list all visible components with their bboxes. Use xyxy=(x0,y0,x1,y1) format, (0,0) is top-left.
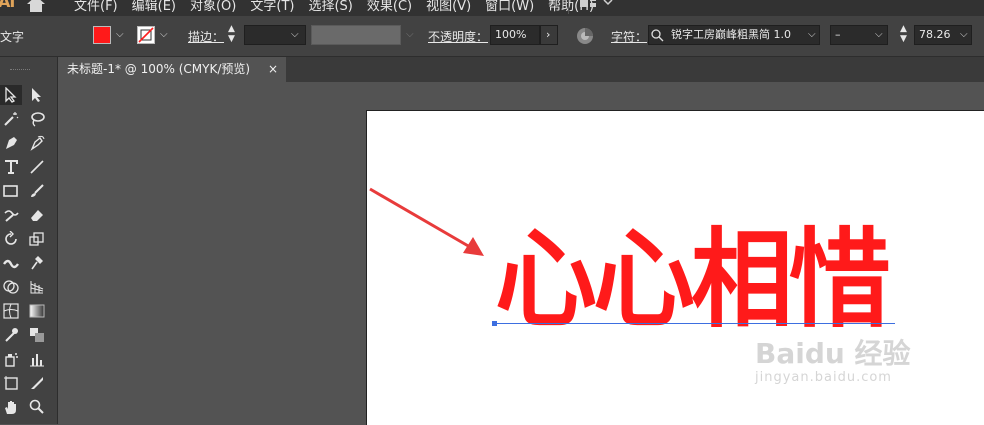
artboard-tool-icon[interactable] xyxy=(0,373,22,393)
paintbrush-tool-icon[interactable] xyxy=(26,181,48,201)
gradient-tool-icon[interactable] xyxy=(26,301,48,321)
opacity-label[interactable]: 不透明度： xyxy=(428,28,488,45)
menu-type[interactable]: 文字(T) xyxy=(250,0,294,14)
font-style-dropdown-icon[interactable]: ⌵ xyxy=(875,29,883,40)
puppet-warp-tool-icon[interactable] xyxy=(26,253,48,273)
font-family-dropdown-icon[interactable]: ⌵ xyxy=(808,29,816,40)
stroke-label[interactable]: 描边： xyxy=(188,28,224,45)
watermark-url: jingyan.baidu.com xyxy=(755,370,892,385)
rectangle-tool-icon[interactable] xyxy=(0,181,22,201)
selection-tool-icon[interactable] xyxy=(0,85,22,105)
document-tab-title: 未标题-1* @ 100% (CMYK/预览) xyxy=(67,62,251,76)
fill-color-swatch[interactable] xyxy=(93,26,111,44)
stroke-weight-dropdown-icon[interactable]: ⌵ xyxy=(291,29,299,40)
font-family-select[interactable]: 锐字工房巅峰粗黑简 1.0 xyxy=(648,25,820,45)
fill-color-chip xyxy=(94,27,110,43)
slice-tool-icon[interactable] xyxy=(26,373,48,393)
lasso-tool-icon[interactable] xyxy=(26,109,48,129)
stroke-weight-stepper[interactable]: ▲ ▼ xyxy=(228,24,235,44)
document-tab-strip: 未标题-1* @ 100% (CMYK/预览) × xyxy=(58,57,984,82)
control-bar: 文字 ⌵ ⌵ 描边： ▲ ▼ ⌵ ⌵ 不透明度： 100% › 字符： 锐字工房巅… xyxy=(0,16,984,57)
watermark-logo: Baidu 经验 xyxy=(755,337,911,370)
fill-dropdown-icon[interactable]: ⌵ xyxy=(116,29,124,40)
symbol-sprayer-tool-icon[interactable] xyxy=(0,349,22,369)
blend-tool-icon[interactable] xyxy=(26,325,48,345)
font-size-stepper[interactable]: ▲ ▼ xyxy=(900,24,907,44)
perspective-grid-tool-icon[interactable] xyxy=(26,277,48,297)
type-tool-icon[interactable] xyxy=(0,157,22,177)
mesh-tool-icon[interactable] xyxy=(0,301,22,321)
text-baseline xyxy=(495,323,895,324)
menu-object[interactable]: 对象(O) xyxy=(190,0,236,14)
menu-separator xyxy=(568,0,569,14)
menu-edit[interactable]: 编辑(E) xyxy=(132,0,176,14)
document-tab[interactable]: 未标题-1* @ 100% (CMYK/预览) × xyxy=(58,57,286,82)
annotation-arrow xyxy=(369,187,484,256)
headline-text[interactable]: 心心相惜 xyxy=(495,223,891,339)
magic-wand-tool-icon[interactable] xyxy=(0,109,22,129)
watermark: Baidu 经验 jingyan.baidu.com xyxy=(755,332,911,385)
zoom-tool-icon[interactable] xyxy=(26,397,48,417)
font-search-icon[interactable] xyxy=(651,29,667,46)
rotate-tool-icon[interactable] xyxy=(0,229,22,249)
home-icon[interactable] xyxy=(26,0,46,16)
menu-effect[interactable]: 效果(C) xyxy=(367,0,412,14)
app-logo: AI xyxy=(0,0,15,11)
pen-tool-icon[interactable] xyxy=(0,133,22,153)
opacity-input[interactable]: 100% xyxy=(490,25,540,45)
object-type-label: 文字 xyxy=(0,30,25,44)
menu-bar: AI 文件(F) 编辑(E) 对象(O) 文字(T) 选择(S) 效果(C) 视… xyxy=(0,0,984,16)
character-label[interactable]: 字符： xyxy=(611,28,647,45)
variable-width-profile[interactable] xyxy=(311,25,401,45)
menu-view[interactable]: 视图(V) xyxy=(426,0,471,14)
tools-panel xyxy=(0,57,58,424)
width-tool-icon[interactable] xyxy=(0,253,22,273)
line-tool-icon[interactable] xyxy=(26,157,48,177)
close-icon[interactable]: × xyxy=(268,57,278,82)
eraser-tool-icon[interactable] xyxy=(26,205,48,225)
font-family-value: 锐字工房巅峰粗黑简 1.0 xyxy=(671,28,791,41)
font-size-dropdown-icon[interactable]: ⌵ xyxy=(960,29,968,40)
direct-selection-tool-icon[interactable] xyxy=(26,85,48,105)
opacity-expand-button[interactable]: › xyxy=(540,25,558,45)
no-stroke-icon xyxy=(138,27,154,43)
menu-select[interactable]: 选择(S) xyxy=(308,0,352,14)
column-graph-tool-icon[interactable] xyxy=(26,349,48,369)
eyedropper-tool-icon[interactable] xyxy=(0,325,22,345)
scale-tool-icon[interactable] xyxy=(26,229,48,249)
panel-grip[interactable] xyxy=(10,69,30,72)
stroke-color-swatch[interactable] xyxy=(137,26,155,44)
recolor-artwork-icon[interactable] xyxy=(576,27,594,48)
text-anchor-point[interactable] xyxy=(492,321,497,326)
shaper-tool-icon[interactable] xyxy=(0,205,22,225)
main-menu: 文件(F) 编辑(E) 对象(O) 文字(T) 选择(S) 效果(C) 视图(V… xyxy=(74,0,594,14)
menu-window[interactable]: 窗口(W) xyxy=(485,0,534,14)
stroke-dropdown-icon[interactable]: ⌵ xyxy=(160,29,168,40)
profile-dropdown-icon[interactable]: ⌵ xyxy=(406,29,414,40)
curvature-tool-icon[interactable] xyxy=(26,133,48,153)
shape-builder-tool-icon[interactable] xyxy=(0,277,22,297)
workspace-layout-icon[interactable] xyxy=(580,0,616,15)
menu-file[interactable]: 文件(F) xyxy=(74,0,118,14)
hand-tool-icon[interactable] xyxy=(0,397,22,417)
